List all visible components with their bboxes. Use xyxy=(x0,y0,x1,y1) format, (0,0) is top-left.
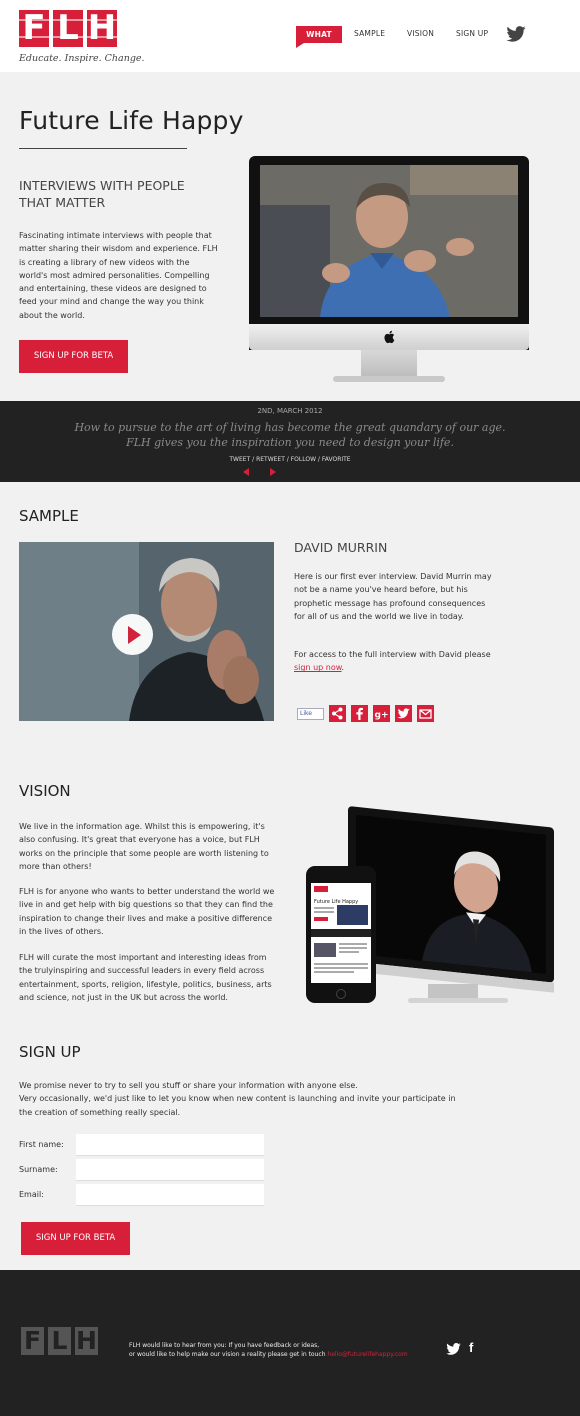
footer-line-2-text: or would like to help make our vision a … xyxy=(129,1351,328,1358)
phone-home-button xyxy=(336,989,346,999)
play-button[interactable] xyxy=(112,614,153,655)
sample-video-thumbnail[interactable] xyxy=(19,542,274,721)
logo-stripe xyxy=(19,19,118,21)
footer-line-1: FLH would like to hear from you: If you … xyxy=(129,1342,320,1349)
share-icon[interactable] xyxy=(329,705,346,722)
email-icon[interactable] xyxy=(417,705,434,722)
imac-base xyxy=(333,376,445,382)
vision-paragraph-1: We live in the information age. Whilst t… xyxy=(19,822,269,871)
quote-prev-arrow-icon[interactable] xyxy=(243,468,249,476)
logo-letter-h: H xyxy=(87,8,117,48)
signup-text-line-2: Very occasionally, we'd just like to let… xyxy=(19,1094,456,1117)
logo-stripe xyxy=(19,36,118,38)
facebook-like-button[interactable]: Like xyxy=(297,708,324,720)
googleplus-icon[interactable]: g+ xyxy=(373,705,390,722)
speaker-illustration xyxy=(356,814,546,974)
logo-letter-l: L xyxy=(53,10,83,47)
imac-stand xyxy=(361,350,417,378)
video-still-interviewee[interactable] xyxy=(260,165,518,317)
interviewee-illustration xyxy=(260,165,518,317)
phone-screen: Future Life Happy xyxy=(311,883,371,983)
monitor-screen xyxy=(356,814,546,974)
nav-vision[interactable]: VISION xyxy=(407,27,434,41)
quote-banner: 2ND, MARCH 2012 How to pursue to the art… xyxy=(0,401,580,482)
vision-paragraph-2: FLH is for anyone who wants to better un… xyxy=(19,887,275,936)
logo-letter-f: F xyxy=(19,10,49,47)
signup-description: We promise never to try to sell you stuf… xyxy=(19,1079,469,1119)
vision-paragraph-3: FLH will curate the most important and i… xyxy=(19,953,272,1002)
site-footer: F L H FLH would like to hear from you: I… xyxy=(0,1270,580,1416)
signup-now-link[interactable]: sign up now xyxy=(294,663,342,672)
svg-text:g+: g+ xyxy=(375,711,389,721)
facebook-icon[interactable] xyxy=(351,705,368,722)
page-title: Future Life Happy xyxy=(19,106,244,135)
sample-heading: SAMPLE xyxy=(19,507,79,525)
twitter-icon[interactable] xyxy=(506,26,526,42)
footer-logo-letter-h: H xyxy=(75,1326,98,1355)
footer-logo-letter-f: F xyxy=(21,1327,44,1355)
phone-site-preview: Future Life Happy xyxy=(311,883,371,983)
twitter-share-icon[interactable] xyxy=(395,705,412,722)
sample-description: Here is our first ever interview. David … xyxy=(294,572,492,621)
nav-sample[interactable]: SAMPLE xyxy=(354,27,385,41)
signup-submit-button[interactable]: SIGN UP FOR BETA xyxy=(21,1222,130,1255)
hero-signup-button[interactable]: SIGN UP FOR BETA xyxy=(19,340,128,373)
flh-logo[interactable]: F L H xyxy=(19,10,118,47)
quote-next-arrow-icon[interactable] xyxy=(270,468,276,476)
hero-subtitle: INTERVIEWS WITH PEOPLE THAT MATTER xyxy=(19,178,185,210)
title-divider xyxy=(19,148,187,149)
surname-field[interactable] xyxy=(76,1159,264,1181)
first-name-label: First name: xyxy=(19,1140,64,1149)
vision-heading: VISION xyxy=(19,782,71,800)
quote-text: How to pursue to the art of living has b… xyxy=(0,420,580,450)
monitor-base xyxy=(408,998,508,1003)
footer-contact-text: FLH would like to hear from you: If you … xyxy=(129,1341,429,1359)
phone-title-text: Future Life Happy xyxy=(314,899,358,905)
signup-text-line-1: We promise never to try to sell you stuf… xyxy=(19,1081,358,1090)
nav-signup[interactable]: SIGN UP xyxy=(456,27,488,41)
quote-line-2: FLH gives you the inspiration you need t… xyxy=(126,436,454,449)
surname-label: Surname: xyxy=(19,1165,58,1174)
tagline: Educate. Inspire. Change. xyxy=(19,53,145,64)
phone-illustration: Future Life Happy xyxy=(306,866,376,1003)
interviewee-name: DAVID MURRIN xyxy=(294,540,388,555)
first-name-field[interactable] xyxy=(76,1134,264,1156)
signup-heading: SIGN UP xyxy=(19,1043,81,1061)
site-header: F L H Educate. Inspire. Change. WHAT SAM… xyxy=(0,0,580,72)
email-label: Email: xyxy=(19,1190,44,1199)
quote-line-1: How to pursue to the art of living has b… xyxy=(74,421,506,434)
nav-what[interactable]: WHAT xyxy=(296,26,342,43)
footer-line-2: or would like to help make our vision a … xyxy=(129,1350,429,1359)
email-field[interactable] xyxy=(76,1184,264,1206)
footer-email-link[interactable]: hello@futurelifehappy.com xyxy=(327,1351,407,1358)
footer-twitter-icon[interactable] xyxy=(446,1343,461,1355)
footer-logo[interactable]: F L H xyxy=(21,1327,98,1355)
sample-cta-text: For access to the full interview with Da… xyxy=(294,648,494,675)
footer-facebook-icon[interactable]: f xyxy=(469,1341,473,1355)
quote-date: 2ND, MARCH 2012 xyxy=(257,407,323,415)
apple-logo-icon xyxy=(384,330,395,344)
quote-social-links[interactable]: TWEET / RETWEET / FOLLOW / FAVORITE xyxy=(0,456,580,463)
cta-prefix: For access to the full interview with Da… xyxy=(294,650,491,659)
imac-illustration xyxy=(249,156,529,386)
footer-logo-letter-l: L xyxy=(48,1327,71,1355)
monitor-frame xyxy=(348,806,554,983)
nav-active-indicator xyxy=(296,43,304,48)
hero-description: Fascinating intimate interviews with peo… xyxy=(19,231,218,320)
monitor-illustration xyxy=(348,806,558,1006)
cta-suffix: . xyxy=(341,663,345,673)
